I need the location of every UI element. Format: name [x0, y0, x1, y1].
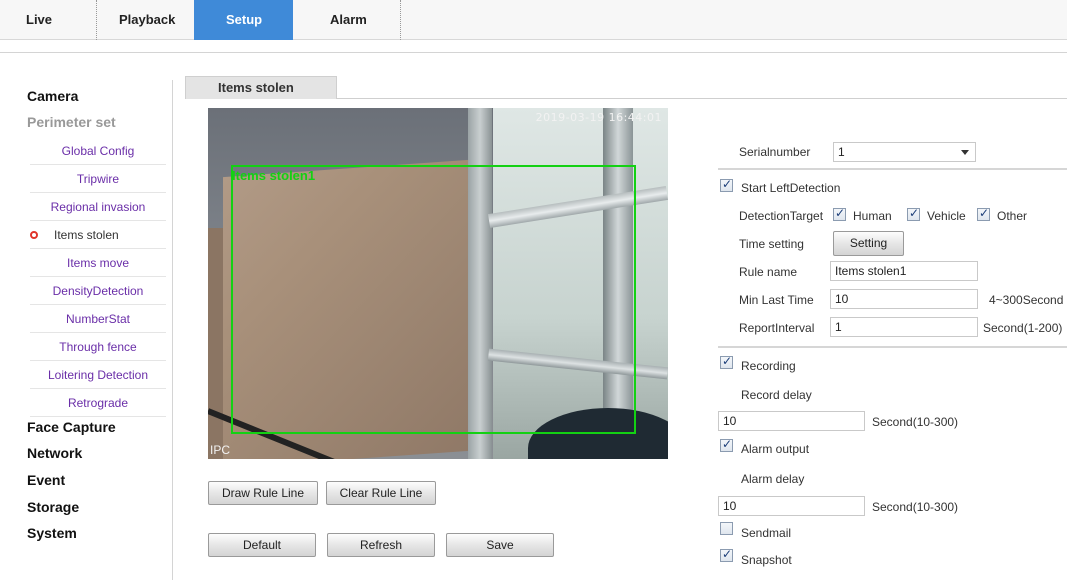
alarm-delay-input[interactable]: 10 [718, 496, 865, 516]
refresh-button[interactable]: Refresh [327, 533, 435, 557]
default-button[interactable]: Default [208, 533, 316, 557]
target-human-checkbox[interactable] [833, 206, 846, 221]
sidebar-item-retrograde[interactable]: Retrograde [30, 389, 166, 417]
sidebar-item-density-detection[interactable]: DensityDetection [30, 277, 166, 305]
record-delay-input[interactable]: 10 [718, 411, 865, 431]
record-delay-label: Record delay [741, 388, 812, 402]
sidebar-item-items-stolen[interactable]: Items stolen [30, 221, 166, 249]
sidebar-item-through-fence[interactable]: Through fence [30, 333, 166, 361]
active-indicator-icon [30, 231, 38, 239]
sidebar-section-network[interactable]: Network [27, 445, 82, 461]
snapshot-checkbox[interactable] [720, 547, 733, 562]
sendmail-checkbox[interactable] [720, 522, 733, 535]
video-timestamp: 2019-03-19 16:44:01 [535, 111, 662, 124]
sidebar-section-face-capture[interactable]: Face Capture [27, 419, 116, 435]
serialnumber-value: 1 [838, 145, 845, 159]
min-last-time-label: Min Last Time [739, 293, 814, 307]
content-tab-items-stolen[interactable]: Items stolen [185, 76, 337, 99]
sidebar-section-camera[interactable]: Camera [27, 88, 78, 104]
sidebar-item-label: Items stolen [54, 228, 119, 242]
report-interval-label: ReportInterval [739, 321, 815, 335]
tab-alarm[interactable]: Alarm [293, 0, 401, 40]
tab-setup[interactable]: Setup [194, 0, 293, 40]
detection-target-label: DetectionTarget [739, 209, 824, 223]
sidebar-item-items-move[interactable]: Items move [30, 249, 166, 277]
sidebar-divider [172, 80, 173, 580]
section-divider [718, 346, 1067, 348]
alarm-delay-hint: Second(10-300) [872, 500, 959, 514]
top-nav: Live Playback Setup Alarm [0, 0, 1067, 40]
section-divider [718, 168, 1067, 170]
target-vehicle-checkbox[interactable] [907, 206, 920, 221]
target-human-label: Human [853, 209, 892, 223]
recording-checkbox[interactable] [720, 354, 733, 369]
report-interval-hint: Second(1-200) [983, 321, 1063, 335]
sidebar-item-regional-invasion[interactable]: Regional invasion [30, 193, 166, 221]
report-interval-input[interactable]: 1 [830, 317, 978, 337]
target-other-label: Other [997, 209, 1028, 223]
target-other-checkbox[interactable] [977, 206, 990, 221]
alarm-output-label: Alarm output [741, 442, 810, 456]
rule-region-box[interactable] [231, 165, 636, 434]
sidebar-item-global-config[interactable]: Global Config [30, 137, 166, 165]
tab-live[interactable]: Live [0, 0, 96, 40]
min-last-time-input[interactable]: 10 [830, 289, 978, 309]
recording-label: Recording [741, 359, 796, 373]
sidebar-item-loitering-detection[interactable]: Loitering Detection [30, 361, 166, 389]
sidebar-section-event[interactable]: Event [27, 472, 65, 488]
video-channel-label: IPC [210, 443, 231, 457]
serialnumber-label: Serialnumber [739, 145, 811, 159]
sidebar-item-tripwire[interactable]: Tripwire [30, 165, 166, 193]
rule-name-label: Rule name [739, 265, 798, 279]
sidebar-section-storage[interactable]: Storage [27, 499, 79, 515]
chevron-down-icon [961, 150, 969, 155]
sidebar-item-number-stat[interactable]: NumberStat [30, 305, 166, 333]
min-last-time-hint: 4~300Second [989, 293, 1064, 307]
sendmail-label: Sendmail [741, 526, 792, 540]
serialnumber-select[interactable]: 1 [833, 142, 976, 162]
rule-region-label: Items stolen1 [232, 168, 316, 183]
sidebar-section-system[interactable]: System [27, 525, 77, 541]
time-setting-label: Time setting [739, 237, 804, 251]
start-left-detection-label: Start LeftDetection [741, 181, 841, 195]
sidebar-section-perimeter-set[interactable]: Perimeter set [27, 114, 116, 130]
video-preview[interactable]: Items stolen1 2019-03-19 16:44:01 IPC [208, 108, 668, 459]
start-left-detection-checkbox[interactable] [720, 177, 733, 192]
snapshot-label: Snapshot [741, 553, 792, 567]
alarm-delay-label: Alarm delay [741, 472, 805, 486]
tab-playback[interactable]: Playback [96, 0, 194, 40]
clear-rule-line-button[interactable]: Clear Rule Line [326, 481, 436, 505]
alarm-output-checkbox[interactable] [720, 437, 733, 452]
save-button[interactable]: Save [446, 533, 554, 557]
top-divider [0, 52, 1067, 53]
time-setting-button[interactable]: Setting [833, 231, 904, 256]
target-vehicle-label: Vehicle [927, 209, 966, 223]
draw-rule-line-button[interactable]: Draw Rule Line [208, 481, 318, 505]
record-delay-hint: Second(10-300) [872, 415, 959, 429]
rule-name-input[interactable]: Items stolen1 [830, 261, 978, 281]
